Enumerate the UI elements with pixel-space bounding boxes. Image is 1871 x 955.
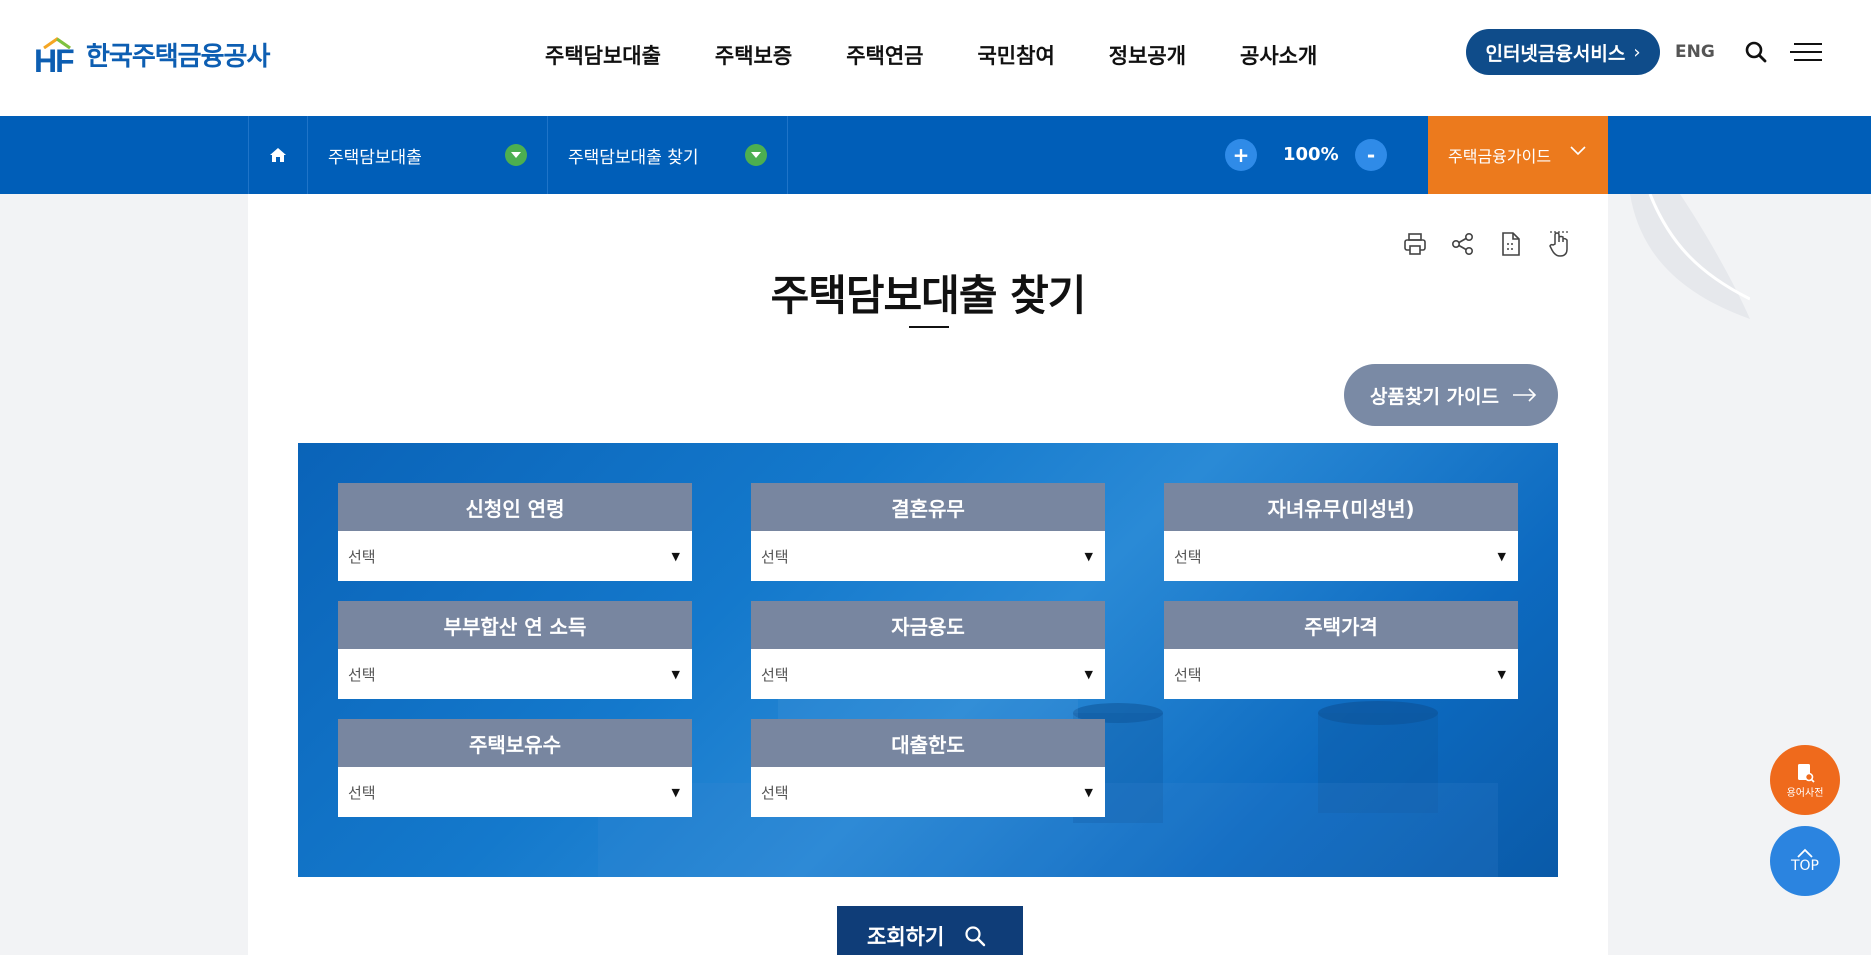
select-value: 선택: [761, 547, 789, 566]
loan-filter-form: 신청인 연령 선택 ▼ 결혼유무 선택 ▼ 자녀유무(미성년) 선택 ▼ 부부합…: [298, 443, 1558, 877]
book-search-icon: [1798, 763, 1815, 783]
filter-label: 주택가격: [1164, 601, 1518, 649]
filter-label: 대출한도: [751, 719, 1105, 767]
nav-item-pension[interactable]: 주택연금: [846, 40, 923, 70]
logo-mark-text: HF: [34, 42, 75, 79]
download-file-icon[interactable]: [1498, 230, 1524, 258]
filter-label: 부부합산 연 소득: [338, 601, 692, 649]
filter-label: 결혼유무: [751, 483, 1105, 531]
internet-banking-button[interactable]: 인터넷금융서비스 ›: [1466, 29, 1660, 75]
search-button-label: 조회하기: [867, 925, 945, 949]
dropdown-toggle-icon: [745, 144, 767, 166]
search-submit-button[interactable]: 조회하기: [837, 906, 1023, 955]
home-icon: [270, 148, 286, 162]
nav-item-disclosure[interactable]: 정보공개: [1109, 40, 1186, 70]
glossary-floating-button[interactable]: 용어사전: [1770, 745, 1840, 815]
nav-item-mortgage[interactable]: 주택담보대출: [545, 40, 661, 70]
glossary-label: 용어사전: [1786, 787, 1824, 799]
filter-label: 자녀유무(미성년): [1164, 483, 1518, 531]
select-value: 선택: [348, 665, 376, 684]
arrow-right-icon: [1512, 388, 1537, 402]
housing-finance-guide-dropdown[interactable]: 주택금융가이드: [1428, 116, 1608, 194]
loan-limit-select[interactable]: 선택 ▼: [751, 767, 1105, 817]
search-icon: [965, 926, 986, 947]
caret-down-icon: ▼: [1084, 550, 1093, 563]
zoom-out-button[interactable]: -: [1355, 139, 1387, 171]
filter-children: 자녀유무(미성년) 선택 ▼: [1164, 483, 1518, 581]
house-price-select[interactable]: 선택 ▼: [1164, 649, 1518, 699]
filter-label: 신청인 연령: [338, 483, 692, 531]
breadcrumb-bar: 주택담보대출 주택담보대출 찾기 + 100% - 주택금융가이드: [0, 116, 1871, 194]
breadcrumb-level2[interactable]: 주택담보대출 찾기: [548, 116, 788, 194]
select-value: 선택: [348, 783, 376, 802]
breadcrumb-level2-label: 주택담보대출 찾기: [568, 147, 699, 168]
touch-hand-icon[interactable]: [1546, 230, 1572, 258]
language-english-link[interactable]: ENG: [1675, 42, 1715, 62]
caret-down-icon: ▼: [1084, 786, 1093, 799]
filter-applicant-age: 신청인 연령 선택 ▼: [338, 483, 692, 581]
select-value: 선택: [1174, 665, 1202, 684]
page-tools: [1402, 230, 1572, 258]
select-value: 선택: [761, 665, 789, 684]
filter-marital-status: 결혼유무 선택 ▼: [751, 483, 1105, 581]
caret-down-icon: ▼: [1497, 550, 1506, 563]
chevron-right-icon: ›: [1633, 41, 1641, 63]
scroll-top-label: TOP: [1790, 858, 1819, 874]
dropdown-toggle-icon: [505, 144, 527, 166]
select-value: 선택: [348, 547, 376, 566]
nav-item-about[interactable]: 공사소개: [1240, 40, 1317, 70]
site-header: HF 한국주택금융공사 주택담보대출 주택보증 주택연금 국민참여 정보공개 공…: [0, 0, 1871, 116]
filter-label: 자금용도: [751, 601, 1105, 649]
chevron-up-icon: [1797, 848, 1813, 858]
select-value: 선택: [1174, 547, 1202, 566]
search-icon[interactable]: [1744, 40, 1768, 64]
breadcrumb-level1[interactable]: 주택담보대출: [308, 116, 548, 194]
zoom-level: 100%: [1283, 144, 1339, 165]
filter-house-price: 주택가격 선택 ▼: [1164, 601, 1518, 699]
logo-text: 한국주택금융공사: [86, 42, 270, 72]
fund-purpose-select[interactable]: 선택 ▼: [751, 649, 1105, 699]
nav-item-participation[interactable]: 국민참여: [977, 40, 1054, 70]
site-logo[interactable]: HF 한국주택금융공사: [34, 36, 270, 79]
filter-label: 주택보유수: [338, 719, 692, 767]
filter-household-income: 부부합산 연 소득 선택 ▼: [338, 601, 692, 699]
print-icon[interactable]: [1402, 230, 1428, 258]
applicant-age-select[interactable]: 선택 ▼: [338, 531, 692, 581]
product-search-guide-button[interactable]: 상품찾기 가이드: [1344, 364, 1558, 426]
page-title: 주택담보대출 찾기: [770, 271, 1087, 320]
caret-down-icon: ▼: [671, 550, 680, 563]
scroll-top-button[interactable]: TOP: [1770, 826, 1840, 896]
guide-button-label: 상품찾기 가이드: [1370, 385, 1499, 408]
main-navigation: 주택담보대출 주택보증 주택연금 국민참여 정보공개 공사소개: [545, 40, 1371, 70]
hf-logo-icon: HF: [34, 36, 78, 79]
caret-down-icon: ▼: [671, 668, 680, 681]
home-button[interactable]: [248, 116, 308, 194]
filter-houses-owned: 주택보유수 선택 ▼: [338, 719, 692, 817]
caret-down-icon: ▼: [1084, 668, 1093, 681]
title-underline: [909, 326, 949, 328]
caret-down-icon: ▼: [671, 786, 680, 799]
nav-item-guarantee[interactable]: 주택보증: [715, 40, 792, 70]
share-icon[interactable]: [1450, 230, 1476, 258]
caret-down-icon: ▼: [1497, 668, 1506, 681]
internet-banking-label: 인터넷금융서비스: [1485, 42, 1626, 65]
zoom-in-button[interactable]: +: [1225, 139, 1257, 171]
household-income-select[interactable]: 선택 ▼: [338, 649, 692, 699]
houses-owned-select[interactable]: 선택 ▼: [338, 767, 692, 817]
hamburger-menu-icon[interactable]: [1790, 42, 1822, 62]
guide-label: 주택금융가이드: [1448, 147, 1552, 166]
select-value: 선택: [761, 783, 789, 802]
filter-fund-purpose: 자금용도 선택 ▼: [751, 601, 1105, 699]
chevron-down-icon: [1570, 146, 1586, 156]
children-select[interactable]: 선택 ▼: [1164, 531, 1518, 581]
marital-status-select[interactable]: 선택 ▼: [751, 531, 1105, 581]
filter-loan-limit: 대출한도 선택 ▼: [751, 719, 1105, 817]
breadcrumb-level1-label: 주택담보대출: [328, 147, 422, 168]
